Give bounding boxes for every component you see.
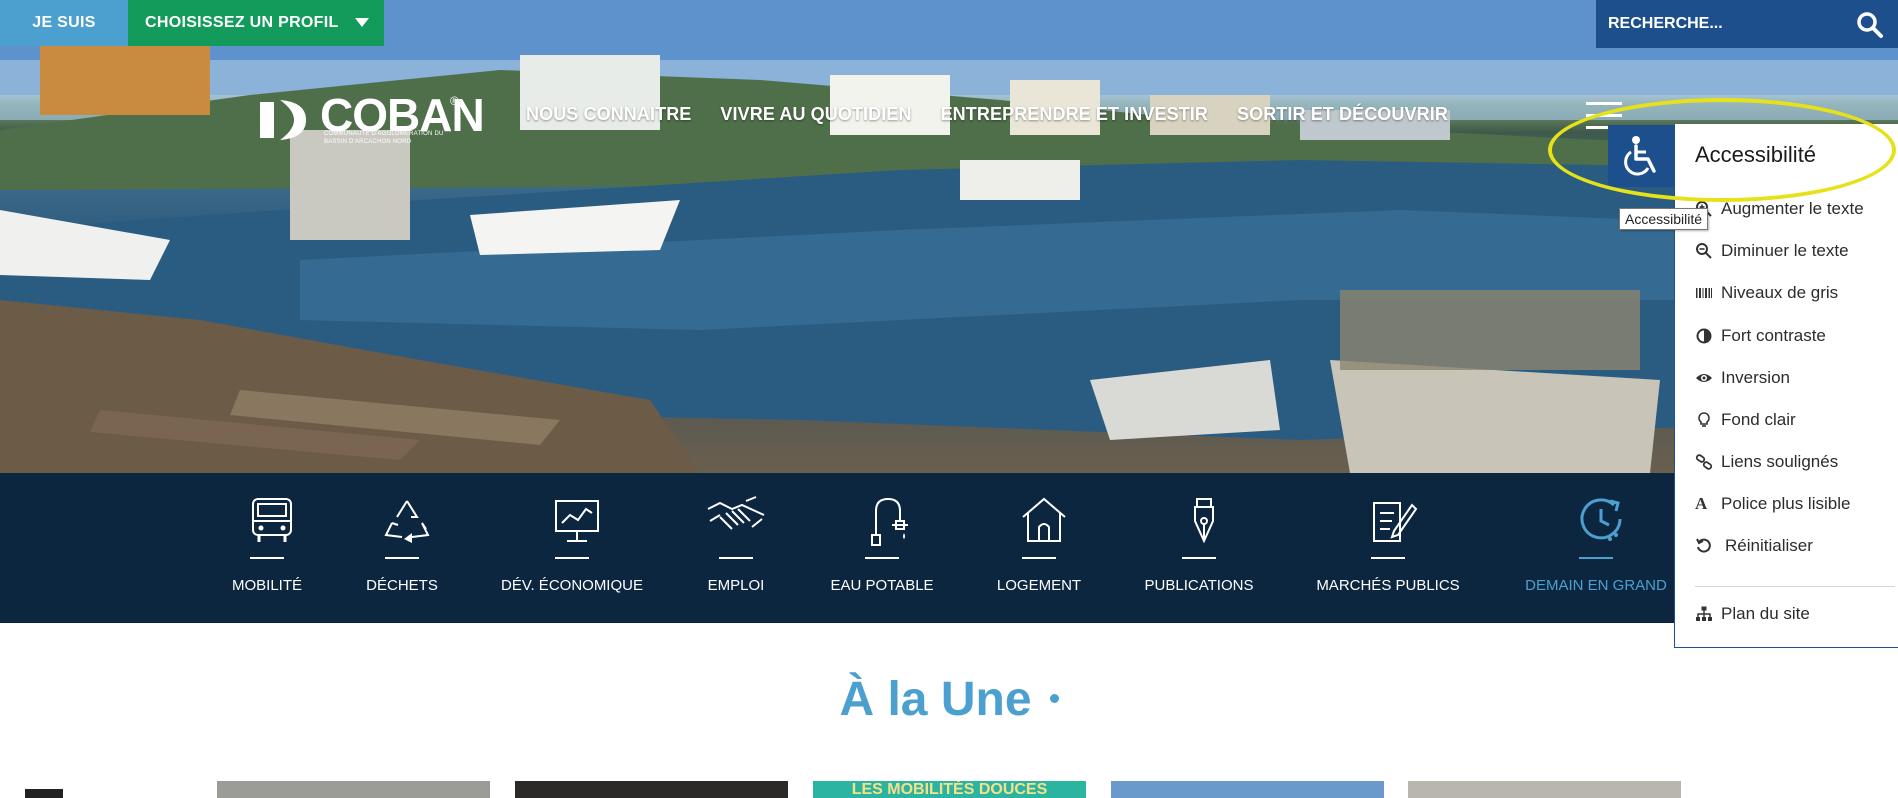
quick-item-eau-potable[interactable]: EAU POTABLE (830, 473, 934, 623)
contrast-icon (1696, 328, 1712, 344)
news-card[interactable] (1408, 781, 1681, 798)
divider (1695, 586, 1895, 587)
a11y-underline-links[interactable]: Liens soulignés (1695, 449, 1895, 475)
a11y-item-label: Diminuer le texte (1721, 241, 1849, 260)
a11y-item-label: Police plus lisible (1721, 494, 1851, 513)
nav-item-sortir[interactable]: SORTIR ET DÉCOUVRIR (1237, 104, 1448, 125)
news-card-banner-text: LES MOBILITÉS DOUCES (851, 781, 1048, 798)
hero-photo (0, 0, 1898, 473)
a11y-item-label: Augmenter le texte (1721, 199, 1864, 218)
nav-item-nous-connaitre[interactable]: NOUS CONNAITRE (526, 104, 691, 125)
coban-logo[interactable]: COBAN ® COMMUNAUTÉ D'AGGLOMÉRATION DU BA… (258, 92, 485, 148)
a11y-inversion[interactable]: Inversion (1695, 365, 1895, 391)
bus-icon (252, 498, 292, 542)
quick-item-publications[interactable]: PUBLICATIONS (1145, 473, 1253, 623)
barcode-icon (1696, 288, 1712, 298)
logo-registered: ® (450, 94, 459, 108)
hero-scene (0, 0, 1898, 473)
quick-item-marches-publics[interactable]: MARCHÉS PUBLICS (1316, 473, 1460, 623)
a11y-sitemap[interactable]: Plan du site (1695, 601, 1895, 627)
pen-nib-icon (1194, 498, 1214, 544)
news-card-banner: LES MOBILITÉS DOUCES (813, 781, 1086, 798)
nav-item-entreprendre[interactable]: ENTREPRENDRE ET INVESTIR (941, 104, 1208, 125)
profile-dropdown-label: CHOISISSEZ UN PROFIL (145, 14, 339, 31)
quick-item-dechets[interactable]: DÉCHETS (366, 473, 438, 623)
logo-subtitle: COMMUNAUTÉ D'AGGLOMÉRATION DU BASSIN D'A… (324, 131, 444, 145)
a11y-item-label: Fond clair (1721, 410, 1796, 429)
a11y-reset[interactable]: Réinitialiser (1695, 533, 1895, 559)
logo-mark-icon (260, 100, 306, 140)
handshake-icon (707, 496, 765, 530)
a11y-item-label: Inversion (1721, 368, 1790, 387)
quick-item-label: EMPLOI (707, 577, 765, 594)
title-dot-icon (1049, 693, 1059, 703)
accessibility-panel: Accessibilité Augmenter le texte Diminue… (1674, 124, 1898, 648)
a11y-item-label: Niveaux de gris (1721, 283, 1839, 302)
news-card[interactable]: LES MOBILITÉS DOUCES (813, 781, 1086, 798)
quick-access-bar: MOBILITÉ DÉCHETS DÉV. ÉCONOMIQUE EMPLOI … (0, 473, 1898, 623)
quick-item-dev-economique[interactable]: DÉV. ÉCONOMIQUE (501, 473, 643, 623)
house-icon (1022, 497, 1066, 542)
a11y-high-contrast[interactable]: Fort contraste (1695, 323, 1895, 349)
a11y-light-background[interactable]: Fond clair (1695, 407, 1895, 433)
nav-item-vivre-au-quotidien[interactable]: VIVRE AU QUOTIDIEN (720, 104, 911, 125)
profile-dropdown[interactable]: CHOISISSEZ UN PROFIL (128, 0, 384, 46)
search-input[interactable] (1596, 0, 1846, 48)
clock-icon (1580, 498, 1622, 541)
a11y-item-label: Liens soulignés (1721, 452, 1839, 471)
quick-item-label: MOBILITÉ (231, 577, 303, 594)
accessibility-tooltip: Accessibilité (1619, 208, 1709, 230)
quick-item-label: PUBLICATIONS (1144, 577, 1254, 594)
search-bar (1596, 0, 1898, 48)
a11y-item-label: Réinitialiser (1725, 536, 1813, 555)
main-nav: NOUS CONNAITRE VIVRE AU QUOTIDIEN ENTREP… (526, 104, 1477, 125)
carousel-prev-button[interactable] (25, 789, 63, 798)
je-suis-label: JE SUIS (0, 0, 128, 46)
news-card[interactable] (515, 781, 788, 798)
quick-item-label: LOGEMENT (996, 577, 1082, 594)
a11y-decrease-text[interactable]: Diminuer le texte (1695, 238, 1895, 264)
link-icon (1695, 454, 1713, 470)
font-icon: A (1695, 494, 1708, 513)
section-title-text: À la Une (839, 673, 1032, 726)
news-card[interactable] (1111, 781, 1384, 798)
quick-item-logement[interactable]: LOGEMENT (997, 473, 1081, 623)
chart-board-icon (555, 500, 599, 542)
highlight-ellipse (1548, 98, 1896, 202)
quick-item-label: EAU POTABLE (830, 577, 934, 594)
search-icon[interactable] (1856, 11, 1884, 39)
eye-icon (1696, 374, 1712, 382)
a11y-item-label: Fort contraste (1721, 326, 1826, 345)
water-tap-icon (871, 497, 908, 546)
a11y-item-label: Plan du site (1721, 604, 1810, 623)
quick-item-label: DEMAIN EN GRAND (1525, 577, 1667, 594)
zoom-out-icon (1696, 243, 1712, 259)
quick-item-demain-en-grand[interactable]: DEMAIN EN GRAND (1525, 473, 1667, 623)
caret-down-icon (355, 18, 369, 27)
quick-item-label: MARCHÉS PUBLICS (1316, 577, 1460, 594)
recycle-icon (384, 500, 430, 543)
document-pen-icon (1373, 502, 1418, 542)
lightbulb-icon (1698, 412, 1710, 427)
a11y-readable-font[interactable]: A Police plus lisible (1695, 491, 1895, 517)
section-title: À la Une (0, 672, 1898, 727)
a11y-grayscale[interactable]: Niveaux de gris (1695, 280, 1895, 306)
news-card[interactable] (217, 781, 490, 798)
reset-icon (1696, 538, 1711, 553)
quick-item-emploi[interactable]: EMPLOI (706, 473, 766, 623)
quick-item-label: DÉCHETS (366, 577, 438, 594)
sitemap-icon (1696, 606, 1712, 621)
quick-item-label: DÉV. ÉCONOMIQUE (501, 577, 643, 594)
quick-item-mobilite[interactable]: MOBILITÉ (232, 473, 302, 623)
